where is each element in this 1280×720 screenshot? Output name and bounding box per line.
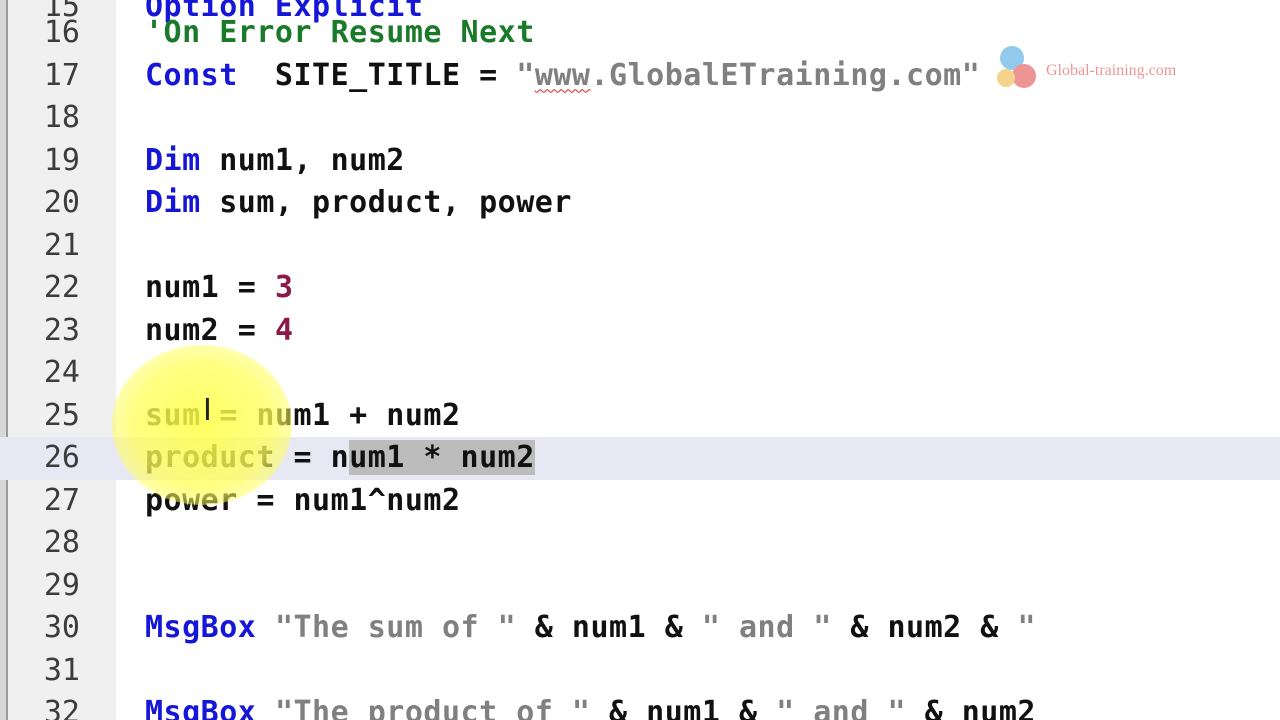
code-token: Dim [145,185,201,220]
line-number: 26 [43,440,80,475]
line-number: 25 [43,397,80,433]
line-number: 28 [43,525,80,560]
code-token: " and " [701,610,832,645]
code-line-25[interactable]: 25 sum = num1 + num2 [0,395,1280,438]
line-number: 24 [43,355,80,390]
code-text[interactable]: Const SITE_TITLE = "www.GlobalETraining.… [145,55,980,98]
code-token: & num2 & [831,610,1018,645]
code-text[interactable]: MsgBox "The sum of " & num1 & " and " & … [145,607,1036,650]
code-token: power = num1^num2 [145,482,461,518]
code-token: SITE_TITLE = [237,57,517,93]
line-number: 30 [43,610,80,645]
code-line-19[interactable]: 19 Dim num1, num2 [0,140,1280,183]
code-line-26[interactable]: 26 product = num1 * num2 [0,437,1280,480]
code-line-32[interactable]: 32 MsgBox "The product of " & num1 & " an… [0,692,1280,720]
code-text[interactable]: sum = num1 + num2 [145,395,461,438]
line-number: 16 [43,15,80,50]
code-token: num1 = [145,270,275,305]
watermark-logo-icon [997,46,1036,88]
code-line-22[interactable]: 22 num1 = 3 [0,267,1280,310]
code-text[interactable]: Dim num1, num2 [145,140,405,183]
code-token: " [1017,610,1036,645]
code-token: & num2 [906,695,1036,720]
line-number: 32 [43,695,80,720]
line-number: 20 [43,185,80,220]
code-token: num2 = [145,312,275,348]
code-token: sum = num1 + num2 [145,397,461,433]
line-number: 21 [43,227,80,263]
code-text[interactable]: num1 = 3 [145,267,294,310]
code-token: sum, product, power [200,185,572,220]
code-token: .GlobalETraining.com" [590,57,981,93]
code-token: MsgBox [145,610,257,645]
globaletraining-watermark: Global-training.com [990,40,1220,98]
code-text[interactable]: Dim sum, product, power [145,182,572,225]
code-token: & num1 & [516,610,702,645]
code-line-24[interactable]: 24 [0,352,1280,395]
code-editor[interactable]: 15 Option Explicit 16 'On Error Resume Next… [0,0,1280,720]
code-text[interactable]: product = num1 * num2 [145,437,535,480]
line-number: 17 [43,57,80,93]
code-line-31[interactable]: 31 [0,650,1280,693]
code-token: " and " [776,695,907,720]
line-number: 23 [43,312,80,348]
code-line-21[interactable]: 21 [0,225,1280,268]
line-number: 31 [43,652,80,688]
code-token: um1 * num2 [349,440,535,475]
code-line-18[interactable]: 18 [0,97,1280,140]
code-token: 4 [274,312,294,348]
code-token: num1, num2 [200,142,405,178]
code-token: product = n [145,440,350,475]
code-token: "The sum of " [274,610,517,645]
line-number: 18 [43,100,80,135]
code-token: MsgBox [145,695,257,720]
code-token: "The product of " [274,695,591,720]
code-line-29[interactable]: 29 [0,565,1280,608]
code-token: Dim [145,142,201,178]
code-token: 3 [274,270,294,305]
code-line-23[interactable]: 23 num2 = 4 [0,310,1280,353]
code-text[interactable]: 'On Error Resume Next [145,12,535,55]
code-line-27[interactable]: 27 power = num1^num2 [0,480,1280,523]
watermark-text: Global-training.com [1046,62,1177,79]
i-beam-cursor-icon: I [203,393,212,428]
code-text[interactable]: MsgBox "The product of " & num1 & " and … [145,692,1036,720]
code-text[interactable]: num2 = 4 [145,310,294,353]
code-token: " [516,57,535,93]
code-line-30[interactable]: 30 MsgBox "The sum of " & num1 & " and " … [0,607,1280,650]
line-number: 22 [43,270,80,305]
line-number: 29 [43,567,80,603]
line-number: 27 [43,482,80,518]
code-text[interactable]: power = num1^num2 [145,480,461,523]
code-token: & num1 & [590,695,777,720]
code-line-28[interactable]: 28 [0,522,1280,565]
line-number: 19 [43,142,80,178]
code-token: 'On Error Resume Next [145,15,535,50]
code-token: Const [145,57,238,93]
code-line-20[interactable]: 20 Dim sum, product, power [0,182,1280,225]
code-token: www [534,57,591,93]
